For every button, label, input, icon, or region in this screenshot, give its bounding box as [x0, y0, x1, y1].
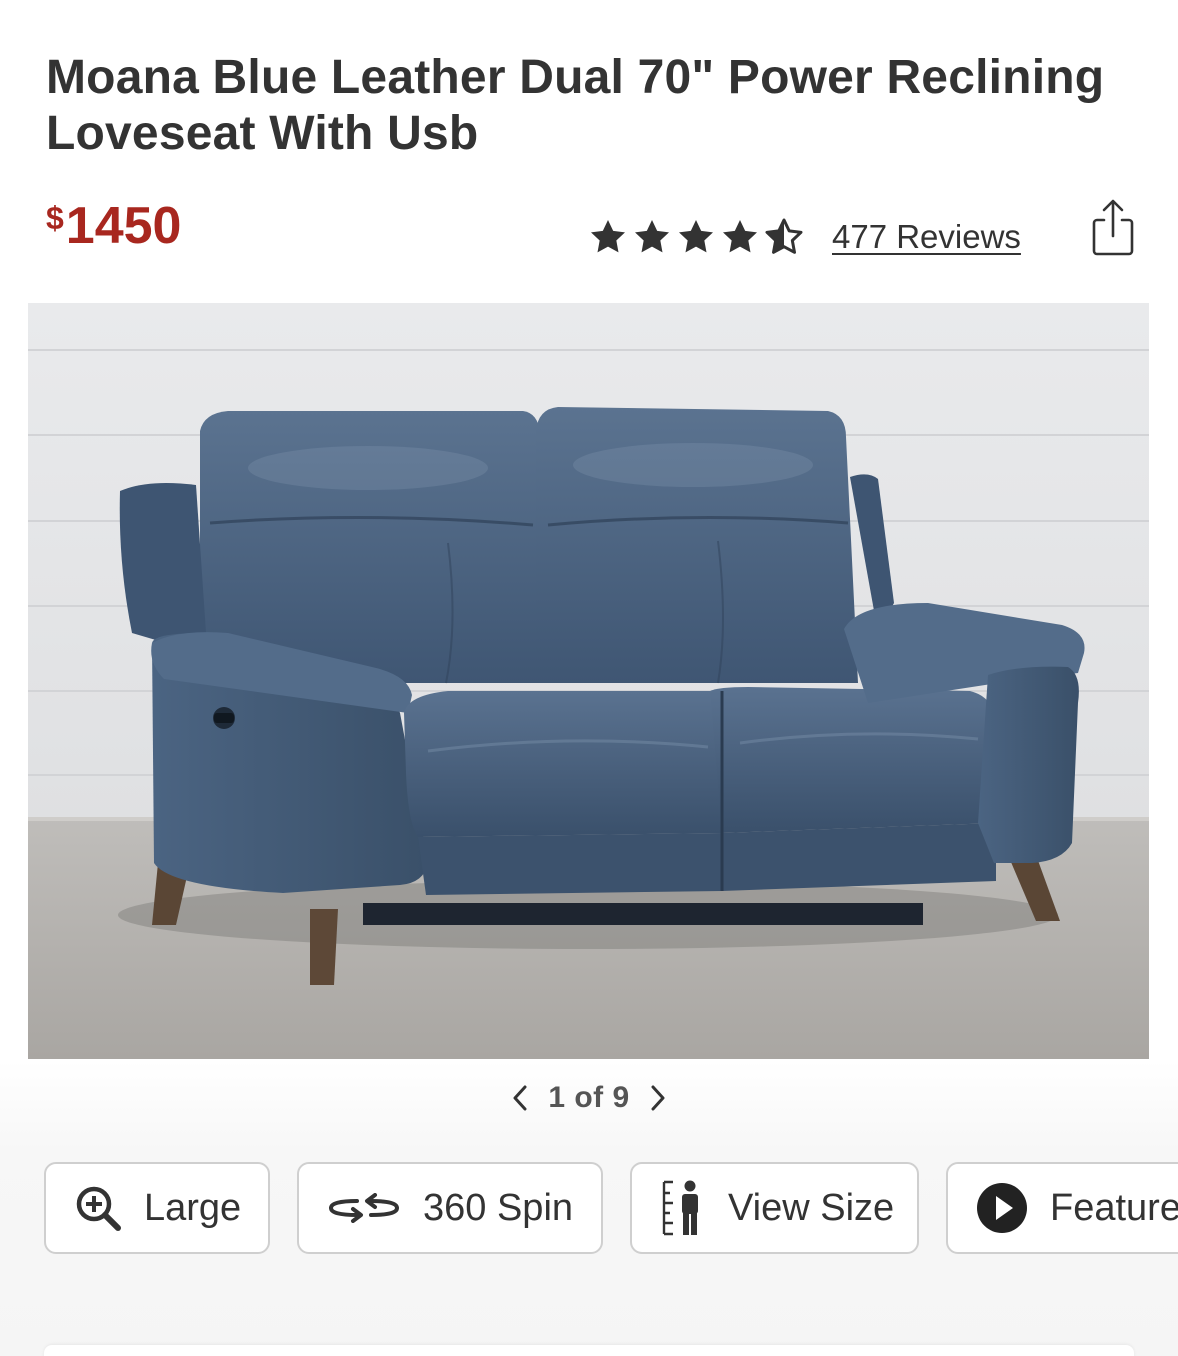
reviews-link[interactable]: 477 Reviews — [832, 218, 1021, 256]
spin-360-label: 360 Spin — [423, 1186, 574, 1229]
star-full-icon — [679, 220, 713, 253]
price-currency: $ — [46, 200, 64, 236]
large-view-label: Large — [144, 1186, 242, 1229]
star-full-icon — [635, 220, 669, 253]
product-price: $1450 — [46, 196, 181, 256]
spin-icon — [327, 1193, 401, 1223]
star-half-icon — [765, 218, 803, 254]
price-amount: 1450 — [65, 197, 182, 255]
features-button[interactable]: Features — [946, 1162, 1178, 1254]
chevron-left-icon — [513, 1085, 527, 1111]
view-size-label: View Size — [728, 1186, 895, 1229]
rating-stars[interactable] — [588, 217, 804, 257]
gallery-pager: 1 of 9 — [0, 1076, 1178, 1120]
large-view-button[interactable]: Large — [44, 1162, 270, 1254]
star-full-icon — [723, 220, 757, 253]
product-page: Moana Blue Leather Dual 70" Power Reclin… — [0, 0, 1178, 1356]
chevron-right-icon — [651, 1085, 665, 1111]
play-icon — [976, 1182, 1028, 1234]
zoom-in-icon — [74, 1184, 122, 1232]
view-size-button[interactable]: View Size — [630, 1162, 919, 1254]
product-image[interactable] — [28, 303, 1149, 1059]
share-button[interactable] — [1088, 196, 1138, 260]
spin-360-button[interactable]: 360 Spin — [297, 1162, 603, 1254]
details-card — [44, 1345, 1134, 1356]
star-full-icon — [591, 220, 625, 253]
gallery-next-button[interactable] — [644, 1081, 672, 1115]
share-icon — [1092, 199, 1134, 256]
ruler-person-icon — [660, 1179, 706, 1237]
product-title: Moana Blue Leather Dual 70" Power Reclin… — [46, 51, 1105, 160]
gallery-prev-button[interactable] — [506, 1081, 534, 1115]
features-label: Features — [1050, 1186, 1178, 1229]
rating-summary: 477 Reviews — [588, 210, 1021, 264]
gallery-counter: 1 of 9 — [548, 1081, 630, 1114]
product-image-gallery[interactable] — [28, 303, 1149, 1059]
